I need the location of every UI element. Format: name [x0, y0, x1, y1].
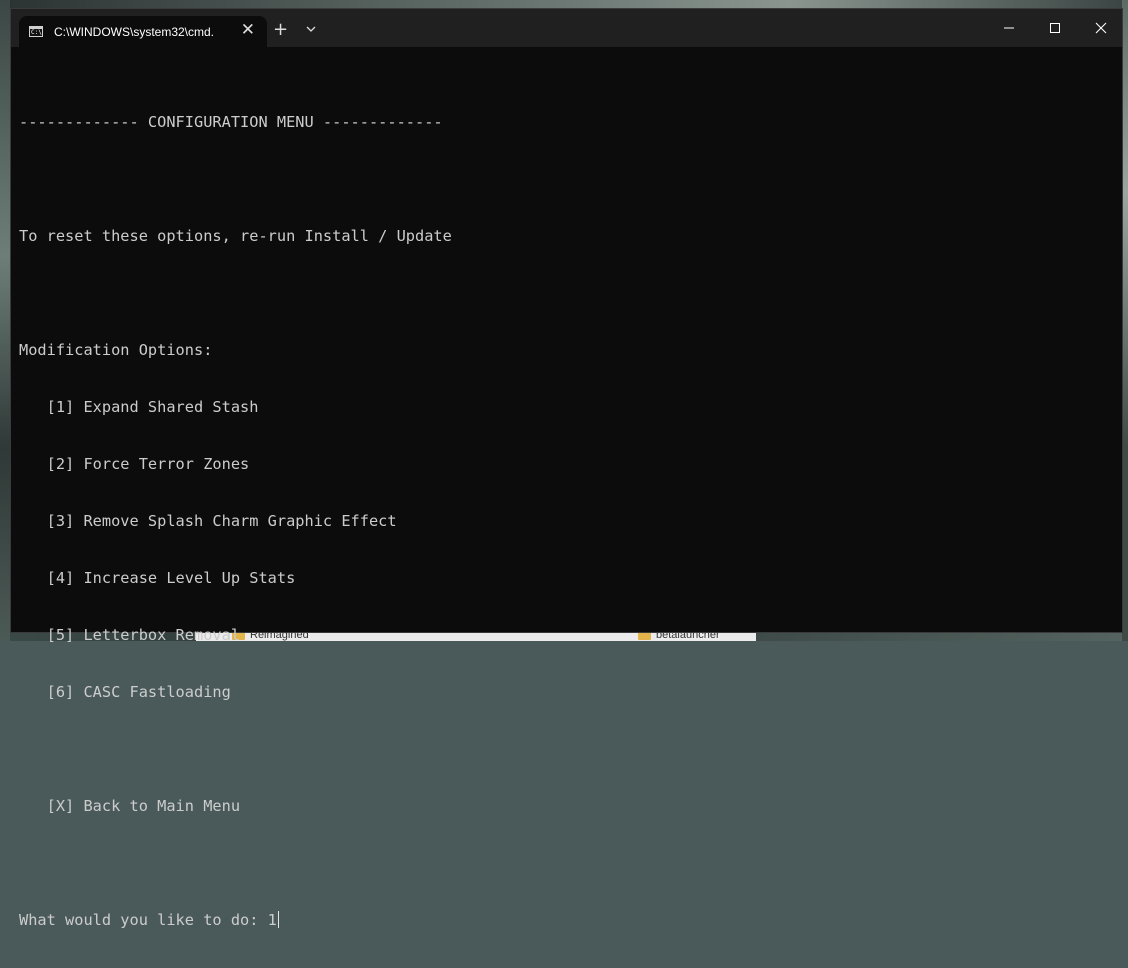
desktop-wallpaper-top — [0, 0, 1128, 8]
console-output[interactable]: ------------- CONFIGURATION MENU -------… — [19, 75, 1114, 929]
chevron-down-icon — [306, 26, 316, 32]
terminal-window: C:\WINDOWS\system32\cmd. ✕ + --- — [10, 8, 1123, 929]
menu-option: [6] CASC Fastloading — [19, 683, 231, 701]
menu-option: [X] Back to Main Menu — [19, 797, 241, 815]
minimize-button[interactable] — [986, 9, 1032, 47]
console-line: To reset these options, re-run Install /… — [19, 227, 452, 245]
new-tab-button[interactable]: + — [273, 21, 288, 39]
close-window-button[interactable] — [1078, 9, 1124, 47]
close-icon — [1095, 22, 1107, 34]
maximize-button[interactable] — [1032, 9, 1078, 47]
tab-title: C:\WINDOWS\system32\cmd. — [54, 24, 215, 39]
prompt-text: What would you like to do: — [19, 911, 268, 929]
menu-option: [4] Increase Level Up Stats — [19, 569, 296, 587]
console-line: ------------- CONFIGURATION MENU -------… — [19, 113, 443, 131]
menu-option: [3] Remove Splash Charm Graphic Effect — [19, 512, 397, 530]
cmd-icon — [29, 26, 43, 37]
text-cursor — [277, 911, 279, 928]
maximize-icon — [1050, 23, 1060, 33]
menu-option: [2] Force Terror Zones — [19, 455, 250, 473]
tab-dropdown-button[interactable] — [303, 21, 319, 37]
console-line: Modification Options: — [19, 341, 213, 359]
prompt-line[interactable]: What would you like to do: 1 — [19, 911, 1114, 930]
desktop-wallpaper-left — [0, 0, 10, 641]
command-input[interactable]: 1 — [268, 911, 277, 929]
title-bar[interactable]: C:\WINDOWS\system32\cmd. ✕ + — [11, 9, 1122, 47]
menu-option: [5] Letterbox Removal — [19, 626, 241, 644]
minimize-icon — [1004, 27, 1014, 29]
tab-cmd[interactable]: C:\WINDOWS\system32\cmd. ✕ — [19, 16, 267, 47]
menu-option: [1] Expand Shared Stash — [19, 398, 259, 416]
close-tab-button[interactable]: ✕ — [241, 22, 255, 39]
